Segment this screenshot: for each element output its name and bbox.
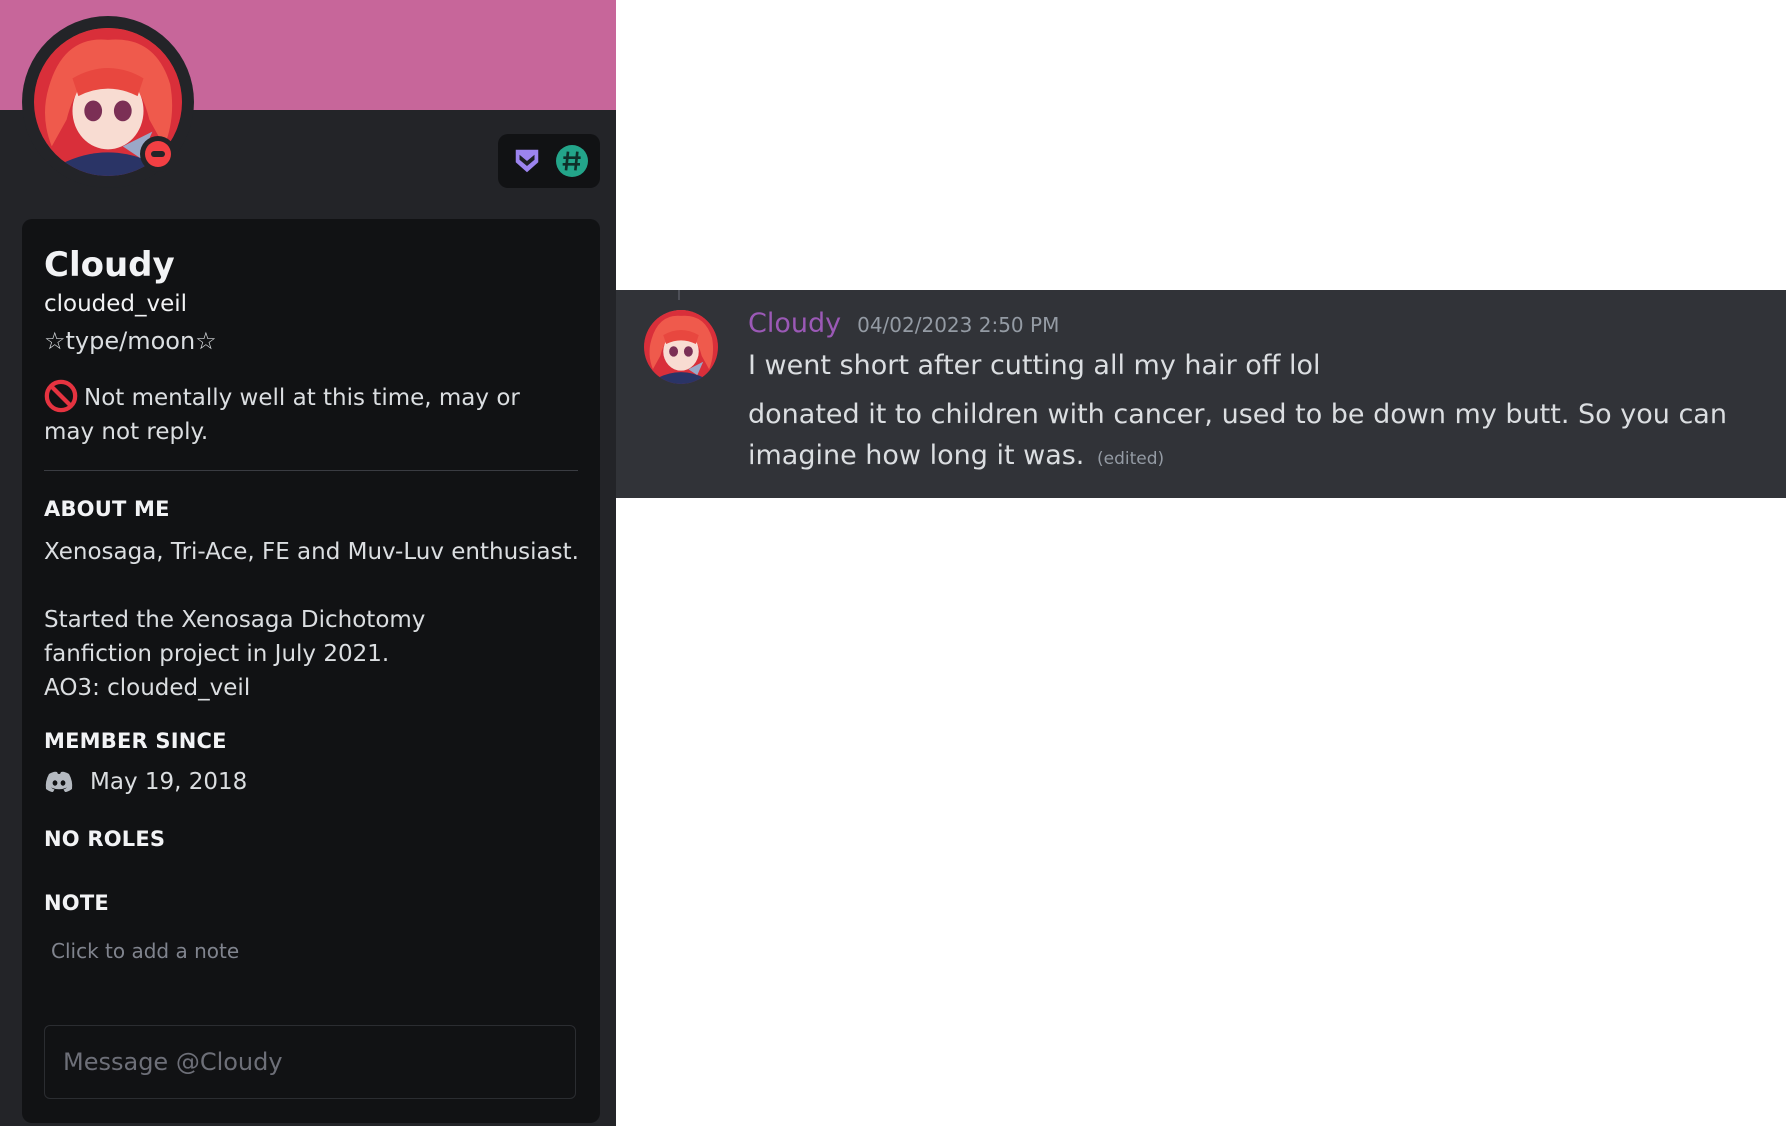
user-profile-popout: Cloudy clouded_veil ☆type/moon☆ Not ment… (0, 0, 616, 1126)
edited-label: (edited) (1097, 449, 1165, 469)
note-title: NOTE (44, 891, 109, 915)
profile-card: Cloudy clouded_veil ☆type/moon☆ Not ment… (22, 219, 600, 1123)
message-timestamp[interactable]: 04/02/2023 2:50 PM (857, 313, 1059, 337)
reply-spine (678, 290, 680, 300)
about-me-text: Xenosaga, Tri-Ace, FE and Muv-Luv enthus… (44, 539, 579, 701)
message-text-2: donated it to children with cancer, used… (748, 394, 1748, 480)
avatar-image-icon (644, 310, 718, 384)
no-entry-icon (44, 379, 78, 413)
custom-status-text: Not mentally well at this time, may or m… (44, 385, 520, 445)
message-avatar[interactable] (644, 310, 718, 384)
about-me-title: ABOUT ME (44, 497, 170, 521)
member-since-row: May 19, 2018 (44, 769, 247, 795)
message-input[interactable] (45, 1026, 575, 1098)
dnd-status-icon (140, 136, 176, 172)
username: clouded_veil (44, 291, 188, 317)
divider (44, 470, 578, 471)
chat-message: Cloudy 04/02/2023 2:50 PM I went short a… (616, 290, 1786, 498)
message-text: I went short after cutting all my hair o… (748, 350, 1321, 381)
hypesquad-bravery-icon[interactable] (510, 144, 544, 178)
custom-status: Not mentally well at this time, may or m… (44, 379, 574, 449)
display-name: Cloudy (44, 245, 175, 285)
note-field[interactable]: Click to add a note (51, 939, 239, 963)
member-since-title: MEMBER SINCE (44, 729, 227, 753)
message-header: Cloudy 04/02/2023 2:50 PM (748, 308, 1059, 339)
pronouns: ☆type/moon☆ (44, 327, 217, 355)
no-roles-title: NO ROLES (44, 827, 166, 851)
message-author[interactable]: Cloudy (748, 308, 841, 339)
discord-logo-icon (44, 770, 74, 794)
profile-badges (498, 134, 600, 188)
message-text-2-body: donated it to children with cancer, used… (748, 399, 1727, 471)
hashtag-badge-icon[interactable] (555, 144, 589, 178)
message-input-wrapper (44, 1025, 576, 1099)
member-since-date: May 19, 2018 (90, 769, 248, 795)
